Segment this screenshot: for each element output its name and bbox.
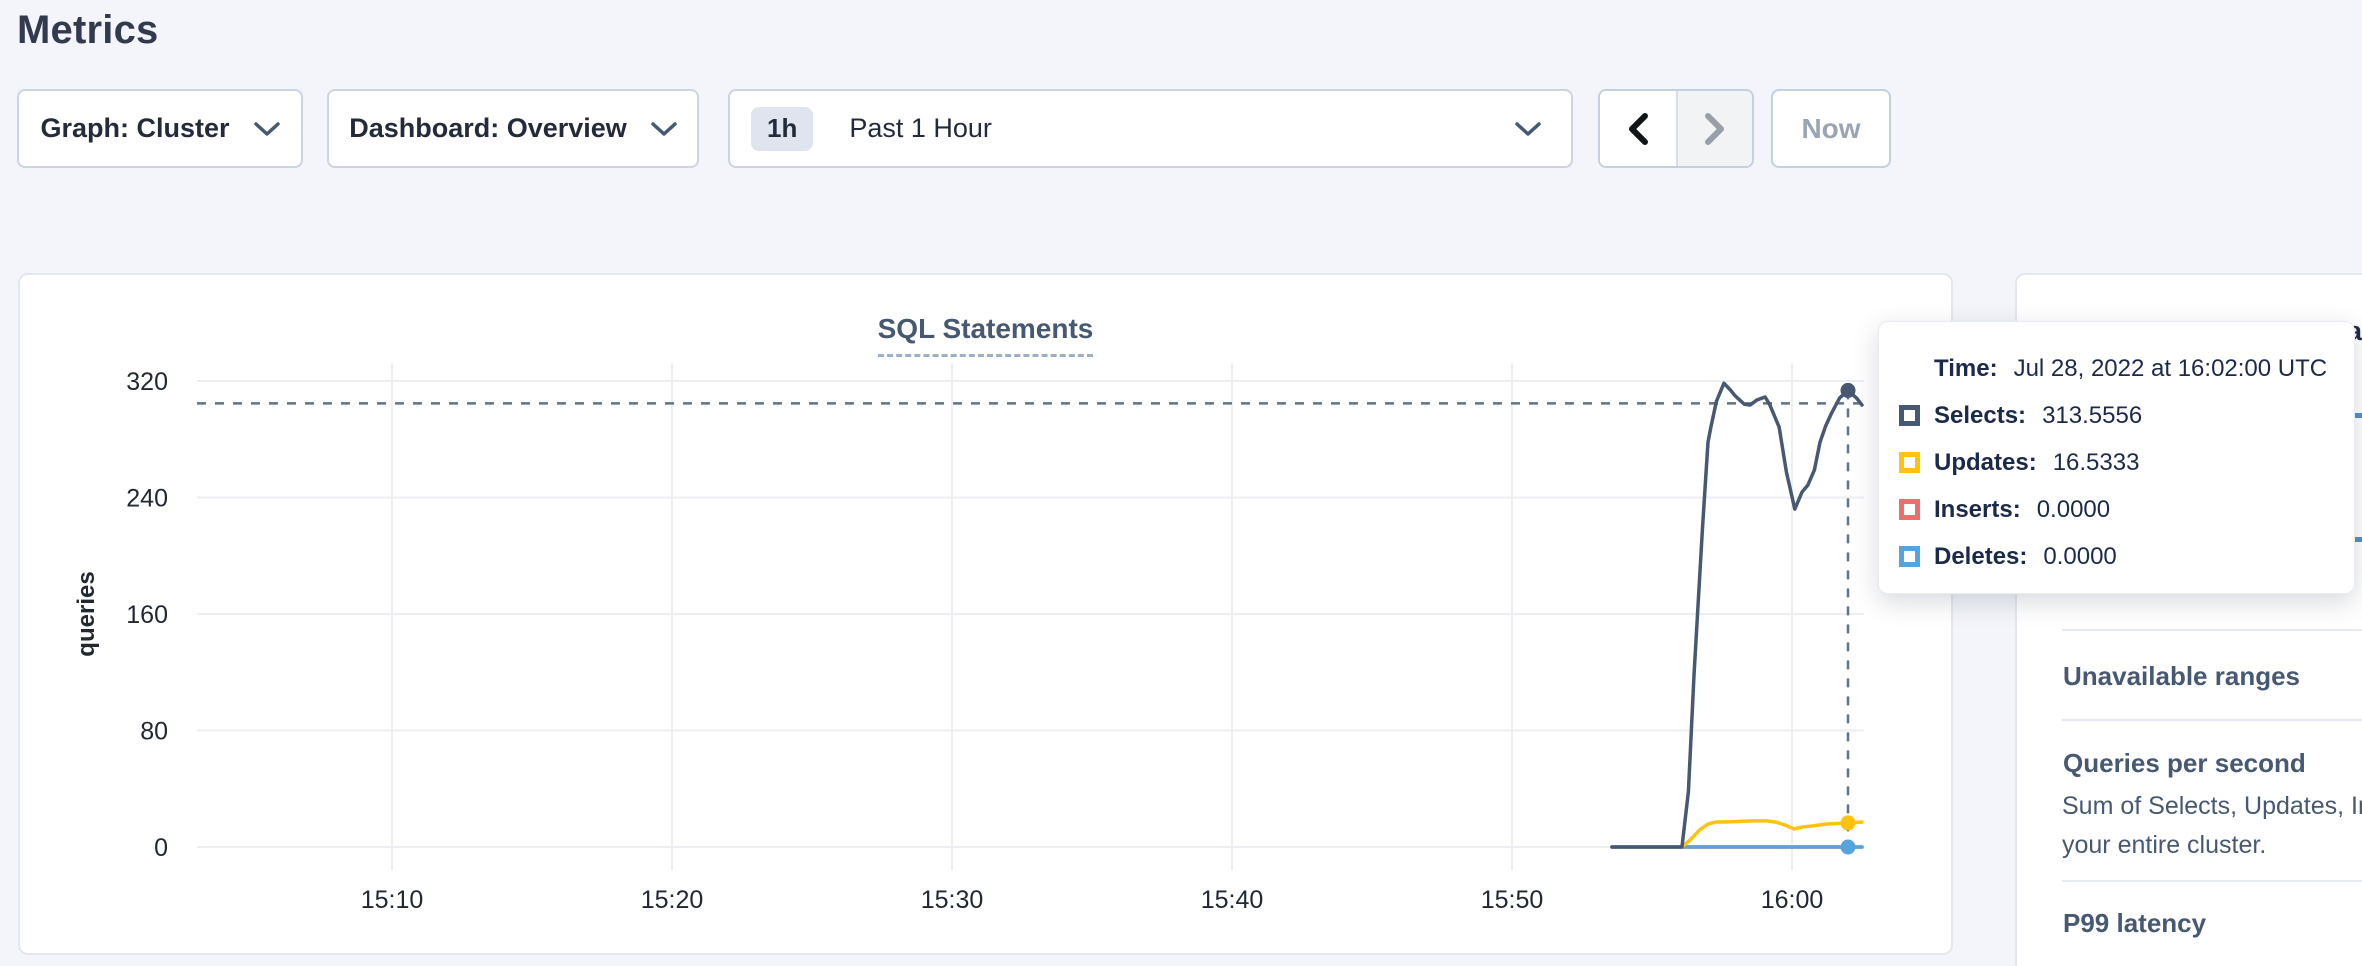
tooltip-time-value: Jul 28, 2022 at 16:02:00 UTC — [2014, 355, 2328, 383]
chevron-right-icon — [1703, 112, 1727, 146]
y-tick-label: 320 — [126, 368, 168, 396]
time-range-selector[interactable]: 1h Past 1 Hour — [728, 89, 1573, 168]
tooltip-inserts-row: Inserts: 0.0000 — [1879, 486, 2354, 533]
summary-item-unavailable-ranges: Unavailable ranges — [2063, 661, 2300, 692]
chevron-left-icon — [1626, 112, 1650, 146]
time-range-badge: 1h — [751, 107, 813, 151]
chevron-down-icon — [1515, 121, 1541, 137]
dashboard-dropdown[interactable]: Dashboard: Overview — [327, 89, 699, 168]
y-tick-label: 160 — [126, 601, 168, 629]
hover-dot-updates — [1841, 815, 1856, 830]
summary-item-qps-desc-line2: your entire cluster. — [2062, 831, 2266, 860]
tooltip-updates-row: Updates: 16.5333 — [1879, 439, 2354, 486]
hover-dot-selects — [1841, 383, 1856, 398]
previous-window-button[interactable] — [1600, 91, 1676, 166]
time-range-label: Past 1 Hour — [849, 113, 1515, 144]
summary-item-qps-desc-line1: Sum of Selects, Updates, Inser — [2062, 792, 2362, 821]
x-tick-label: 15:20 — [641, 886, 704, 914]
next-window-button[interactable] — [1676, 91, 1752, 166]
deletes-swatch-icon — [1899, 546, 1920, 567]
chevron-down-icon — [651, 121, 677, 137]
graph-dropdown[interactable]: Graph: Cluster — [17, 89, 303, 168]
tooltip-time-label: Time: — [1934, 355, 1998, 383]
page-title: Metrics — [17, 8, 158, 53]
summary-item-p99-latency: P99 latency — [2063, 908, 2206, 939]
inserts-swatch-icon — [1899, 499, 1920, 520]
chart-hover-tooltip: Time: Jul 28, 2022 at 16:02:00 UTC Selec… — [1878, 321, 2355, 594]
hover-dot-deletes — [1841, 840, 1856, 855]
tooltip-selects-value: 313.5556 — [2042, 402, 2142, 430]
tooltip-deletes-row: Deletes: 0.0000 — [1879, 533, 2354, 580]
now-button[interactable]: Now — [1771, 89, 1891, 168]
time-window-nav — [1598, 89, 1754, 168]
sql-statements-chart[interactable]: 320 240 160 80 0 15:10 15:20 15:30 15:40 15:50 16:… — [20, 275, 1955, 957]
dashboard-dropdown-label: Dashboard: Overview — [349, 113, 627, 144]
tooltip-inserts-label: Inserts: — [1934, 496, 2021, 524]
tooltip-selects-label: Selects: — [1934, 402, 2026, 430]
tooltip-inserts-value: 0.0000 — [2037, 496, 2110, 524]
x-tick-label: 15:30 — [921, 886, 984, 914]
y-axis-label: queries — [73, 571, 100, 656]
series-line-selects — [1612, 383, 1862, 847]
tooltip-updates-value: 16.5333 — [2053, 449, 2140, 477]
x-tick-label: 16:00 — [1761, 886, 1824, 914]
y-tick-label: 240 — [126, 485, 168, 513]
y-tick-label: 0 — [154, 834, 168, 862]
x-tick-label: 15:10 — [361, 886, 424, 914]
tooltip-deletes-value: 0.0000 — [2043, 543, 2116, 571]
tooltip-selects-row: Selects: 313.5556 — [1879, 392, 2354, 439]
series-line-updates — [1682, 821, 1862, 847]
updates-swatch-icon — [1899, 452, 1920, 473]
tooltip-updates-label: Updates: — [1934, 449, 2037, 477]
divider — [2062, 880, 2362, 882]
summary-item-queries-per-second: Queries per second — [2063, 748, 2306, 779]
divider — [2062, 629, 2362, 631]
selects-swatch-icon — [1899, 405, 1920, 426]
chevron-down-icon — [254, 121, 280, 137]
divider — [2062, 719, 2362, 721]
x-tick-label: 15:40 — [1201, 886, 1264, 914]
tooltip-time-row: Time: Jul 28, 2022 at 16:02:00 UTC — [1879, 345, 2354, 392]
x-tick-label: 15:50 — [1481, 886, 1544, 914]
sql-statements-chart-card: SQL Statements 32024016080015:1015:2015:… — [18, 273, 1953, 955]
graph-dropdown-label: Graph: Cluster — [40, 113, 229, 144]
tooltip-deletes-label: Deletes: — [1934, 543, 2027, 571]
y-tick-label: 80 — [140, 718, 168, 746]
